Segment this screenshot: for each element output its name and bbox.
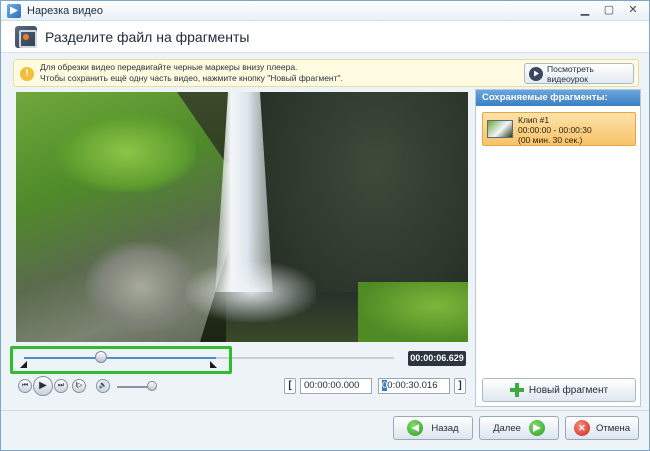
set-start-button[interactable]: [	[284, 378, 296, 394]
app-icon	[7, 3, 21, 18]
video-rocks	[86, 242, 196, 332]
clip-info: Клип #1 00:00:00 - 00:00:30 (00 мин. 30 …	[518, 115, 592, 145]
app-window: Нарезка видео ▁ ▢ ✕ Разделите файл на фр…	[0, 0, 650, 451]
volume-icon[interactable]: 🔊	[96, 379, 110, 393]
info-bar: ! Для обрезки видео передвигайте черные …	[13, 59, 639, 87]
next-arrow-icon	[528, 420, 545, 436]
cancel-label: Отмена	[595, 422, 631, 434]
current-time-display: 00:00:06.629	[408, 351, 466, 366]
watch-tutorial-button[interactable]: Посмотреть видеоурок	[524, 63, 634, 84]
cancel-icon	[573, 420, 590, 436]
new-fragment-label: Новый фрагмент	[528, 384, 609, 396]
clip-range: 00:00:00 - 00:00:30	[518, 125, 592, 135]
film-cut-icon	[15, 25, 37, 48]
next-frame-icon[interactable]: I▷	[72, 379, 86, 393]
clip-thumbnail	[487, 120, 513, 138]
footer-divider	[1, 410, 649, 411]
info-line-1: Для обрезки видео передвигайте черные ма…	[40, 62, 298, 72]
close-icon[interactable]: ✕	[623, 3, 643, 18]
video-meadow	[358, 282, 468, 342]
skip-back-icon[interactable]: ⏮	[18, 379, 32, 393]
back-arrow-icon	[407, 420, 424, 436]
video-grass	[56, 112, 196, 192]
info-line-2: Чтобы сохранить ещё одну часть видео, на…	[40, 73, 343, 83]
window-title: Нарезка видео	[27, 4, 103, 17]
video-preview[interactable]	[16, 92, 468, 342]
play-icon[interactable]: ▶	[33, 376, 53, 396]
timeline: 00:00:06.629	[10, 346, 468, 374]
volume-handle[interactable]	[147, 381, 158, 391]
start-time-field[interactable]: 00:00:00.000	[300, 378, 372, 394]
info-text: Для обрезки видео передвигайте черные ма…	[40, 62, 343, 84]
video-tutorial-icon	[529, 66, 543, 81]
cancel-button[interactable]: Отмена	[565, 416, 639, 440]
skip-forward-icon[interactable]: ⏭	[54, 379, 68, 393]
minimize-icon[interactable]: ▁	[575, 3, 595, 18]
title-bar: Нарезка видео ▁ ▢ ✕	[1, 1, 649, 21]
page-title: Разделите файл на фрагменты	[45, 28, 250, 45]
page-header: Разделите файл на фрагменты	[1, 21, 649, 53]
set-end-button[interactable]: ]	[454, 378, 466, 394]
new-fragment-button[interactable]: Новый фрагмент	[482, 378, 636, 402]
back-label: Назад	[431, 422, 459, 434]
next-label: Далее	[493, 422, 521, 434]
clip-duration: (00 мин. 30 сек.)	[518, 135, 583, 145]
clip-item[interactable]: Клип #1 00:00:00 - 00:00:30 (00 мин. 30 …	[482, 112, 636, 146]
end-time-value: 0:00:30.016	[387, 380, 438, 391]
window-controls: ▁ ▢ ✕	[575, 3, 643, 18]
saved-fragments-header: Сохраняемые фрагменты:	[476, 90, 640, 106]
maximize-icon[interactable]: ▢	[599, 3, 619, 18]
saved-fragments-panel: Сохраняемые фрагменты: Клип #1 00:00:00 …	[475, 89, 641, 407]
end-time-field[interactable]: 00:00:30.016	[378, 378, 450, 394]
back-button[interactable]: Назад	[393, 416, 473, 440]
player-controls: ⏮ ▶ ⏭ I▷ 🔊 [ 00:00:00.000 00:00:30.016 ]	[16, 376, 471, 398]
info-icon: !	[20, 67, 34, 81]
trim-markers-highlight	[10, 346, 232, 374]
clip-name: Клип #1	[518, 115, 550, 125]
plus-icon	[509, 383, 524, 397]
next-button[interactable]: Далее	[479, 416, 559, 440]
watch-tutorial-label: Посмотреть видеоурок	[547, 63, 594, 84]
video-mist	[186, 262, 316, 322]
